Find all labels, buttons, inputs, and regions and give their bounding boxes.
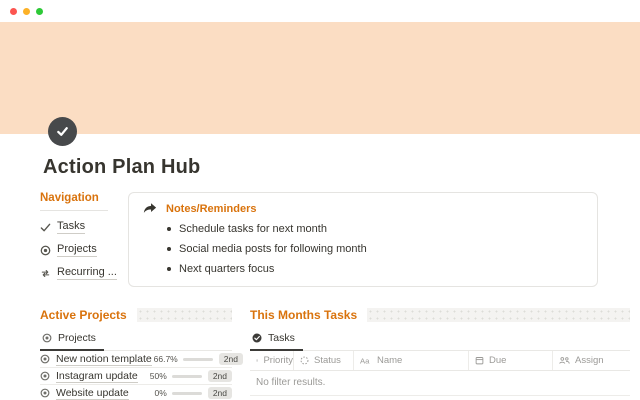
column-status[interactable]: Status [293, 351, 353, 370]
close-window-button[interactable] [10, 7, 17, 15]
maximize-window-button[interactable] [36, 7, 43, 15]
project-name[interactable]: Instagram update [56, 370, 138, 383]
check-glyph [57, 127, 68, 136]
bullet-text: Schedule tasks for next month [179, 223, 327, 235]
project-badge: 2nd [207, 370, 232, 382]
months-tasks-section: This Months Tasks Tasks Priority Status … [250, 307, 630, 396]
page-title: Action Plan Hub [43, 156, 201, 178]
calendar-icon [475, 357, 484, 365]
select-icon [256, 359, 259, 362]
active-projects-heading: Active Projects [40, 307, 127, 322]
nav-link-label: Recurring ... [57, 266, 117, 280]
notes-callout: Notes/Reminders Schedule tasks for next … [128, 192, 598, 287]
bullet-dot [167, 247, 171, 251]
middle-row: Active Projects Projects New notion temp… [40, 307, 630, 400]
svg-text:Aa: Aa [360, 357, 370, 366]
project-badge: 2nd [207, 387, 232, 399]
target-icon [42, 333, 52, 343]
nav-link-projects[interactable]: Projects [40, 243, 122, 257]
column-assign[interactable]: Assign [552, 351, 630, 370]
project-percent: 66.7% [153, 354, 178, 364]
project-percent: 50% [149, 371, 167, 381]
months-tasks-heading-row: This Months Tasks [250, 307, 630, 322]
people-icon [559, 357, 570, 364]
progress-bar [171, 391, 202, 395]
column-due[interactable]: Due [468, 351, 552, 370]
project-row[interactable]: New notion template 66.7% 2nd [40, 351, 243, 368]
tasks-tabbar: Tasks [250, 327, 630, 351]
page-check-icon[interactable] [48, 117, 77, 146]
bullet-text: Next quarters focus [179, 263, 275, 275]
target-icon [40, 245, 51, 255]
callout-header: Notes/Reminders [143, 202, 583, 215]
text-icon: Aa [360, 357, 370, 366]
column-priority[interactable]: Priority [250, 351, 293, 370]
target-icon [40, 371, 50, 381]
progress-bar [182, 357, 213, 361]
recurring-icon [41, 269, 50, 277]
active-projects-section: Active Projects Projects New notion temp… [40, 307, 243, 400]
project-percent: 0% [154, 388, 167, 398]
nav-link-label: Tasks [57, 220, 86, 234]
forward-arrow-icon [143, 203, 157, 213]
project-row[interactable]: Instagram update 50% 2nd [40, 368, 232, 385]
column-label: Assign [575, 355, 604, 366]
active-projects-heading-row: Active Projects [40, 307, 232, 322]
callout-bullet: Social media posts for following month [167, 243, 583, 255]
months-tasks-heading: This Months Tasks [250, 307, 358, 322]
target-icon [40, 354, 50, 364]
heading-divider-band [136, 307, 232, 322]
column-name[interactable]: Aa Name [353, 351, 468, 370]
tab-tasks[interactable]: Tasks [250, 327, 303, 351]
tab-label: Projects [58, 332, 96, 344]
status-icon [300, 356, 309, 365]
bullet-text: Social media posts for following month [179, 243, 367, 255]
column-label: Due [489, 355, 507, 366]
bullet-dot [167, 267, 171, 271]
callout-bullet: Schedule tasks for next month [167, 223, 583, 235]
heading-divider-band [367, 307, 630, 322]
project-badge: 2nd [218, 353, 243, 365]
column-label: Priority [263, 355, 293, 366]
project-name[interactable]: Website update [56, 387, 129, 400]
callout-title: Notes/Reminders [166, 202, 257, 215]
project-row[interactable]: Website update 0% 2nd [40, 385, 232, 400]
target-icon [40, 388, 50, 398]
top-row: Navigation Tasks Projects Recurring ... … [40, 192, 630, 287]
callout-bullet: Next quarters focus [167, 263, 583, 275]
window-titlebar [0, 0, 640, 22]
tab-projects[interactable]: Projects [40, 327, 104, 351]
project-name[interactable]: New notion template [56, 353, 152, 366]
projects-tabbar: Projects [40, 327, 232, 351]
tab-label: Tasks [268, 332, 295, 344]
navigation-section: Navigation Tasks Projects Recurring ... [40, 192, 122, 280]
nav-link-recurring[interactable]: Recurring ... [40, 266, 122, 280]
check-icon [40, 223, 51, 231]
nav-link-tasks[interactable]: Tasks [40, 220, 122, 234]
tasks-table-header: Priority Status Aa Name Due Assign [250, 351, 630, 371]
navigation-heading: Navigation [40, 192, 108, 211]
check-circle-icon [252, 333, 262, 343]
minimize-window-button[interactable] [23, 7, 30, 15]
nav-link-label: Projects [57, 243, 97, 257]
progress-bar [171, 374, 202, 378]
column-label: Name [377, 355, 403, 366]
column-label: Status [314, 355, 341, 366]
no-results-text: No filter results. [250, 371, 630, 396]
bullet-dot [167, 227, 171, 231]
